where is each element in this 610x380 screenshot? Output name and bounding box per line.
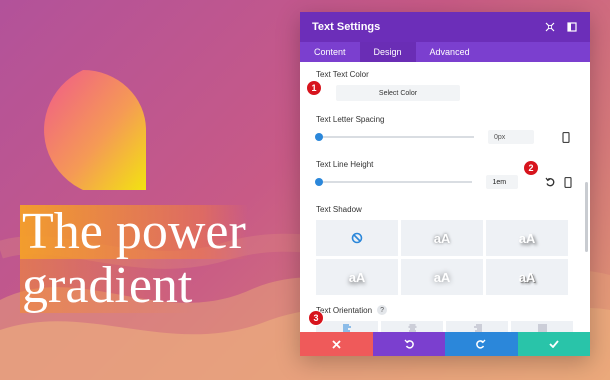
line-height-input[interactable]: 1em: [486, 175, 519, 189]
letter-spacing-input[interactable]: 0px: [488, 130, 534, 144]
shadow-option[interactable]: aA: [316, 259, 398, 295]
letter-spacing-row: 0px: [315, 128, 574, 146]
redo-button[interactable]: [445, 332, 518, 356]
align-left-button[interactable]: [316, 321, 378, 332]
letter-spacing-slider[interactable]: [315, 133, 474, 141]
slider-handle[interactable]: [315, 133, 323, 141]
sidebar-toggle-icon[interactable]: [566, 21, 578, 33]
undo-icon: [404, 339, 414, 349]
save-button[interactable]: [517, 332, 590, 356]
undo-button[interactable]: [372, 332, 445, 356]
letter-spacing-label: Text Letter Spacing: [316, 115, 385, 124]
annotation-badge-2: 2: [523, 160, 539, 176]
expand-icon[interactable]: [544, 21, 556, 33]
line-height-slider[interactable]: [315, 178, 473, 186]
cancel-button[interactable]: [300, 332, 373, 356]
slider-handle[interactable]: [315, 178, 323, 186]
redo-icon: [476, 339, 486, 349]
close-icon: [332, 339, 341, 349]
align-right-icon: [473, 324, 482, 332]
shadow-option[interactable]: aA: [486, 220, 568, 256]
panel-footer: [300, 332, 590, 356]
tab-design[interactable]: Design: [359, 42, 416, 62]
panel-titlebar: Text Settings: [300, 12, 590, 42]
checkmark-icon: [549, 340, 559, 348]
annotation-badge-3: 3: [308, 310, 324, 326]
headline-line-2: gradient: [20, 257, 195, 314]
align-justify-button[interactable]: [511, 321, 573, 332]
align-left-icon: [342, 324, 351, 332]
orientation-label-text: Text Orientation: [316, 305, 373, 315]
panel-title: Text Settings: [312, 21, 381, 33]
no-shadow-icon: [351, 232, 363, 244]
text-color-label: Text Text Color: [316, 70, 369, 79]
align-right-button[interactable]: [446, 321, 508, 332]
mobile-device-icon[interactable]: [560, 131, 572, 143]
hero-headline: The power gradient: [20, 205, 248, 313]
shadow-option[interactable]: aA: [486, 259, 568, 295]
align-center-icon: [408, 324, 416, 332]
text-shadow-label: Text Shadow: [316, 205, 362, 214]
text-orientation-options: [316, 321, 574, 332]
tab-advanced[interactable]: Advanced: [416, 42, 484, 62]
annotation-badge-1: 1: [306, 80, 322, 96]
help-icon[interactable]: ?: [377, 305, 388, 315]
shadow-none-option[interactable]: [316, 220, 398, 256]
text-settings-panel: Text Settings Content Design Advanced Te…: [300, 12, 590, 356]
shadow-option[interactable]: aA: [401, 220, 483, 256]
shadow-option[interactable]: aA: [401, 259, 483, 295]
align-justify-icon: [537, 324, 547, 332]
headline-line-1: The power: [20, 203, 248, 260]
select-color-button[interactable]: Select Color: [336, 85, 460, 101]
align-center-button[interactable]: [381, 321, 443, 332]
panel-scrollbar[interactable]: [585, 182, 588, 252]
reset-icon[interactable]: [544, 176, 556, 188]
text-orientation-label: Text Orientation ?: [316, 305, 574, 315]
tab-content[interactable]: Content: [300, 42, 360, 62]
line-height-row: 1em: [315, 173, 574, 191]
mobile-device-icon[interactable]: [562, 176, 574, 188]
panel-body: Text Text Color Select Color Text Letter…: [300, 62, 590, 332]
gradient-drop-shape: [44, 70, 146, 190]
panel-tabs: Content Design Advanced: [300, 42, 590, 62]
text-shadow-options: aA aA aA aA aA: [316, 220, 574, 295]
